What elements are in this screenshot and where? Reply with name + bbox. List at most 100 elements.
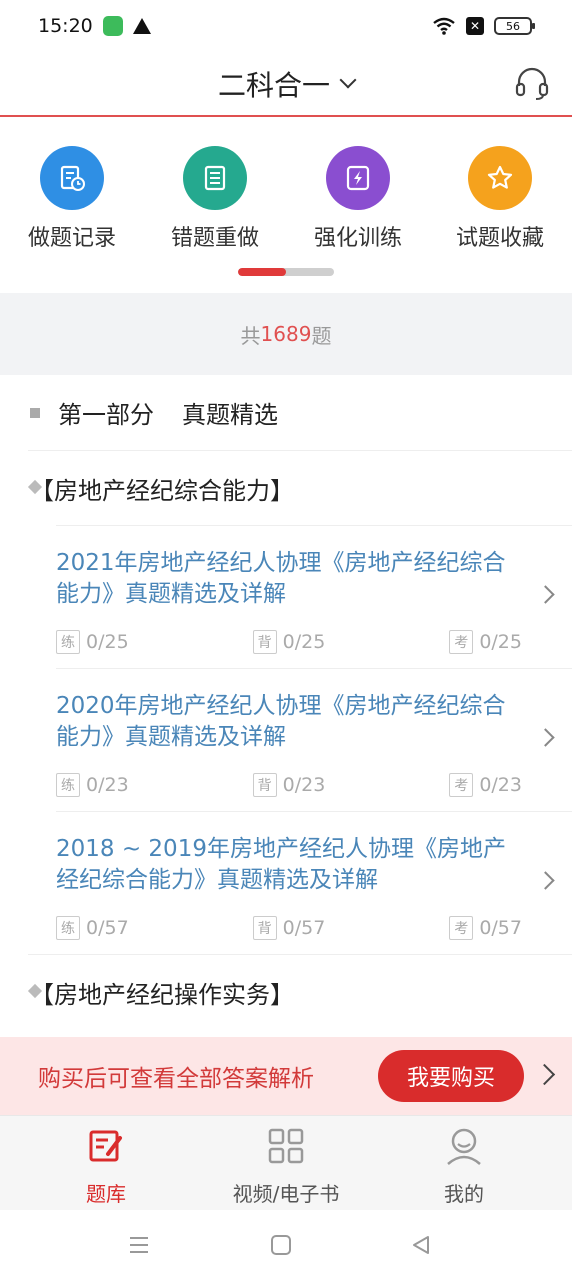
record-clock-icon [40,146,104,210]
quick-actions: 做题记录 错题重做 强化训练 试题收藏 [0,118,572,293]
practice-tag: 练 [56,773,80,797]
stat-exam: 考 0/23 [449,773,522,797]
memorize-count: 0/25 [282,631,326,653]
back-icon[interactable] [410,1234,432,1256]
user-icon [447,1128,481,1165]
total-suffix: 题 [311,323,332,348]
practice-count: 0/25 [86,631,129,653]
wifi-icon [433,17,455,35]
quick-action-label: 错题重做 [170,226,259,251]
stat-practice: 练 0/23 [56,773,129,797]
star-icon [468,146,532,210]
status-left: 15:20 [38,15,151,37]
subsection-title: 【房地产经纪综合能力】 [28,450,572,525]
page-indicator-active [238,268,286,276]
list-item[interactable]: 2021年房地产经纪人协理《房地产经纪综合能力》真题精选及详解 练 0/25 背0… [56,525,572,668]
home-icon[interactable] [270,1234,292,1256]
section-name: 真题精选 [182,401,278,429]
stat-practice: 练 0/57 [56,916,129,940]
exam-count: 0/57 [479,917,522,939]
status-right: ✕ 56 [432,17,535,35]
practice-count: 0/57 [86,917,129,939]
header: 二科合一 [0,52,572,117]
quick-action-redo[interactable]: 错题重做 [150,146,280,252]
notebook-icon [183,146,247,210]
total-count: 共 1689 题 [0,293,572,375]
list-item[interactable]: 2020年房地产经纪人协理《房地产经纪综合能力》真题精选及详解 练 0/23 背0… [56,668,572,811]
section-part: 第一部分 [58,401,154,429]
system-nav-bar [0,1210,572,1280]
item-title: 2018 ~ 2019年房地产经纪人协理《房地产经纪综合能力》真题精选及详解 [56,836,506,893]
chevron-down-icon [339,71,357,88]
subsection-label: 【房地产经纪操作实务】 [30,980,294,1009]
chevron-right-icon [536,585,555,604]
exam-tag: 考 [449,630,474,654]
chevron-right-icon [536,871,555,890]
stat-practice: 练 0/25 [56,630,129,654]
item-title: 2021年房地产经纪人协理《房地产经纪综合能力》真题精选及详解 [56,550,506,607]
bottom-tab-bar: 题库 视频/电子书 我的 [0,1115,572,1210]
memorize-count: 0/57 [282,917,326,939]
battery-icon: 56 [494,17,535,35]
list-item[interactable]: 2018 ~ 2019年房地产经纪人协理《房地产经纪综合能力》真题精选及详解 练… [56,811,572,954]
practice-tag: 练 [56,630,80,654]
memorize-tag: 背 [252,773,277,797]
page-title: 二科合一 [217,68,330,102]
item-stats: 练 0/23 背 0/23 考 0/23 [56,773,522,797]
subsection-label: 【房地产经纪综合能力】 [30,476,294,505]
memorize-count: 0/23 [282,774,326,796]
stat-exam: 考 0/25 [449,630,522,654]
quick-action-favorites[interactable]: 试题收藏 [435,146,565,252]
square-bullet-icon [30,407,40,418]
exam-count: 0/25 [479,631,522,653]
stat-memorize: 背 0/57 [252,916,326,940]
tab-question-bank[interactable]: 题库 [26,1126,186,1207]
question-list: 第一部分 真题精选 【房地产经纪综合能力】 2021年房地产经纪人协理《房地产经… [0,375,572,1029]
section-header: 第一部分 真题精选 [0,375,572,450]
purchase-banner[interactable]: 购买后可查看全部答案解析 我要购买 [0,1037,572,1115]
tab-profile[interactable]: 我的 [384,1126,544,1207]
lightning-icon [326,146,390,210]
exam-count: 0/23 [479,774,522,796]
tab-video-ebook[interactable]: 视频/电子书 [206,1126,366,1207]
practice-count: 0/23 [86,774,129,796]
page-indicator [238,268,334,276]
exam-tag: 考 [449,916,474,940]
item-stats: 练 0/57 背 0/57 考 0/57 [56,916,522,940]
memorize-tag: 背 [252,630,277,654]
quick-action-label: 做题记录 [27,226,116,251]
tab-label: 视频/电子书 [232,1182,340,1206]
exam-tag: 考 [449,773,474,797]
tab-label: 我的 [444,1182,484,1206]
subsection: 【房地产经纪操作实务】 [0,954,572,1029]
status-time: 15:20 [38,15,93,37]
memorize-tag: 背 [252,916,277,940]
tab-label: 题库 [86,1182,126,1206]
app-notification-icon [102,16,123,36]
battery-level: 56 [506,19,520,33]
grid-icon [268,1128,304,1164]
item-title: 2020年房地产经纪人协理《房地产经纪综合能力》真题精选及详解 [56,693,506,750]
item-stats: 练 0/25 背 0/25 考 0/25 [56,630,522,654]
stat-memorize: 背 0/25 [252,630,326,654]
chevron-right-icon[interactable] [533,1063,556,1086]
subsection: 【房地产经纪综合能力】 [0,450,572,525]
stat-exam: 考 0/57 [449,916,522,940]
quick-action-record[interactable]: 做题记录 [7,146,137,252]
warning-icon [132,18,151,34]
quick-action-training[interactable]: 强化训练 [293,146,423,252]
edit-note-icon [89,1130,122,1162]
status-bar: 15:20 ✕ 56 [0,0,572,52]
quick-action-label: 试题收藏 [455,226,544,251]
headset-icon[interactable] [514,66,550,102]
subject-selector[interactable]: 二科合一 [217,64,357,104]
buy-button[interactable]: 我要购买 [378,1050,524,1102]
quick-action-label: 强化训练 [313,226,402,251]
stat-memorize: 背 0/23 [252,773,326,797]
menu-icon[interactable] [128,1234,150,1256]
practice-tag: 练 [56,916,80,940]
total-prefix: 共 [240,323,261,348]
total-number: 1689 [260,322,312,346]
subsection-title: 【房地产经纪操作实务】 [28,954,572,1029]
purchase-text: 购买后可查看全部答案解析 [38,1066,314,1092]
